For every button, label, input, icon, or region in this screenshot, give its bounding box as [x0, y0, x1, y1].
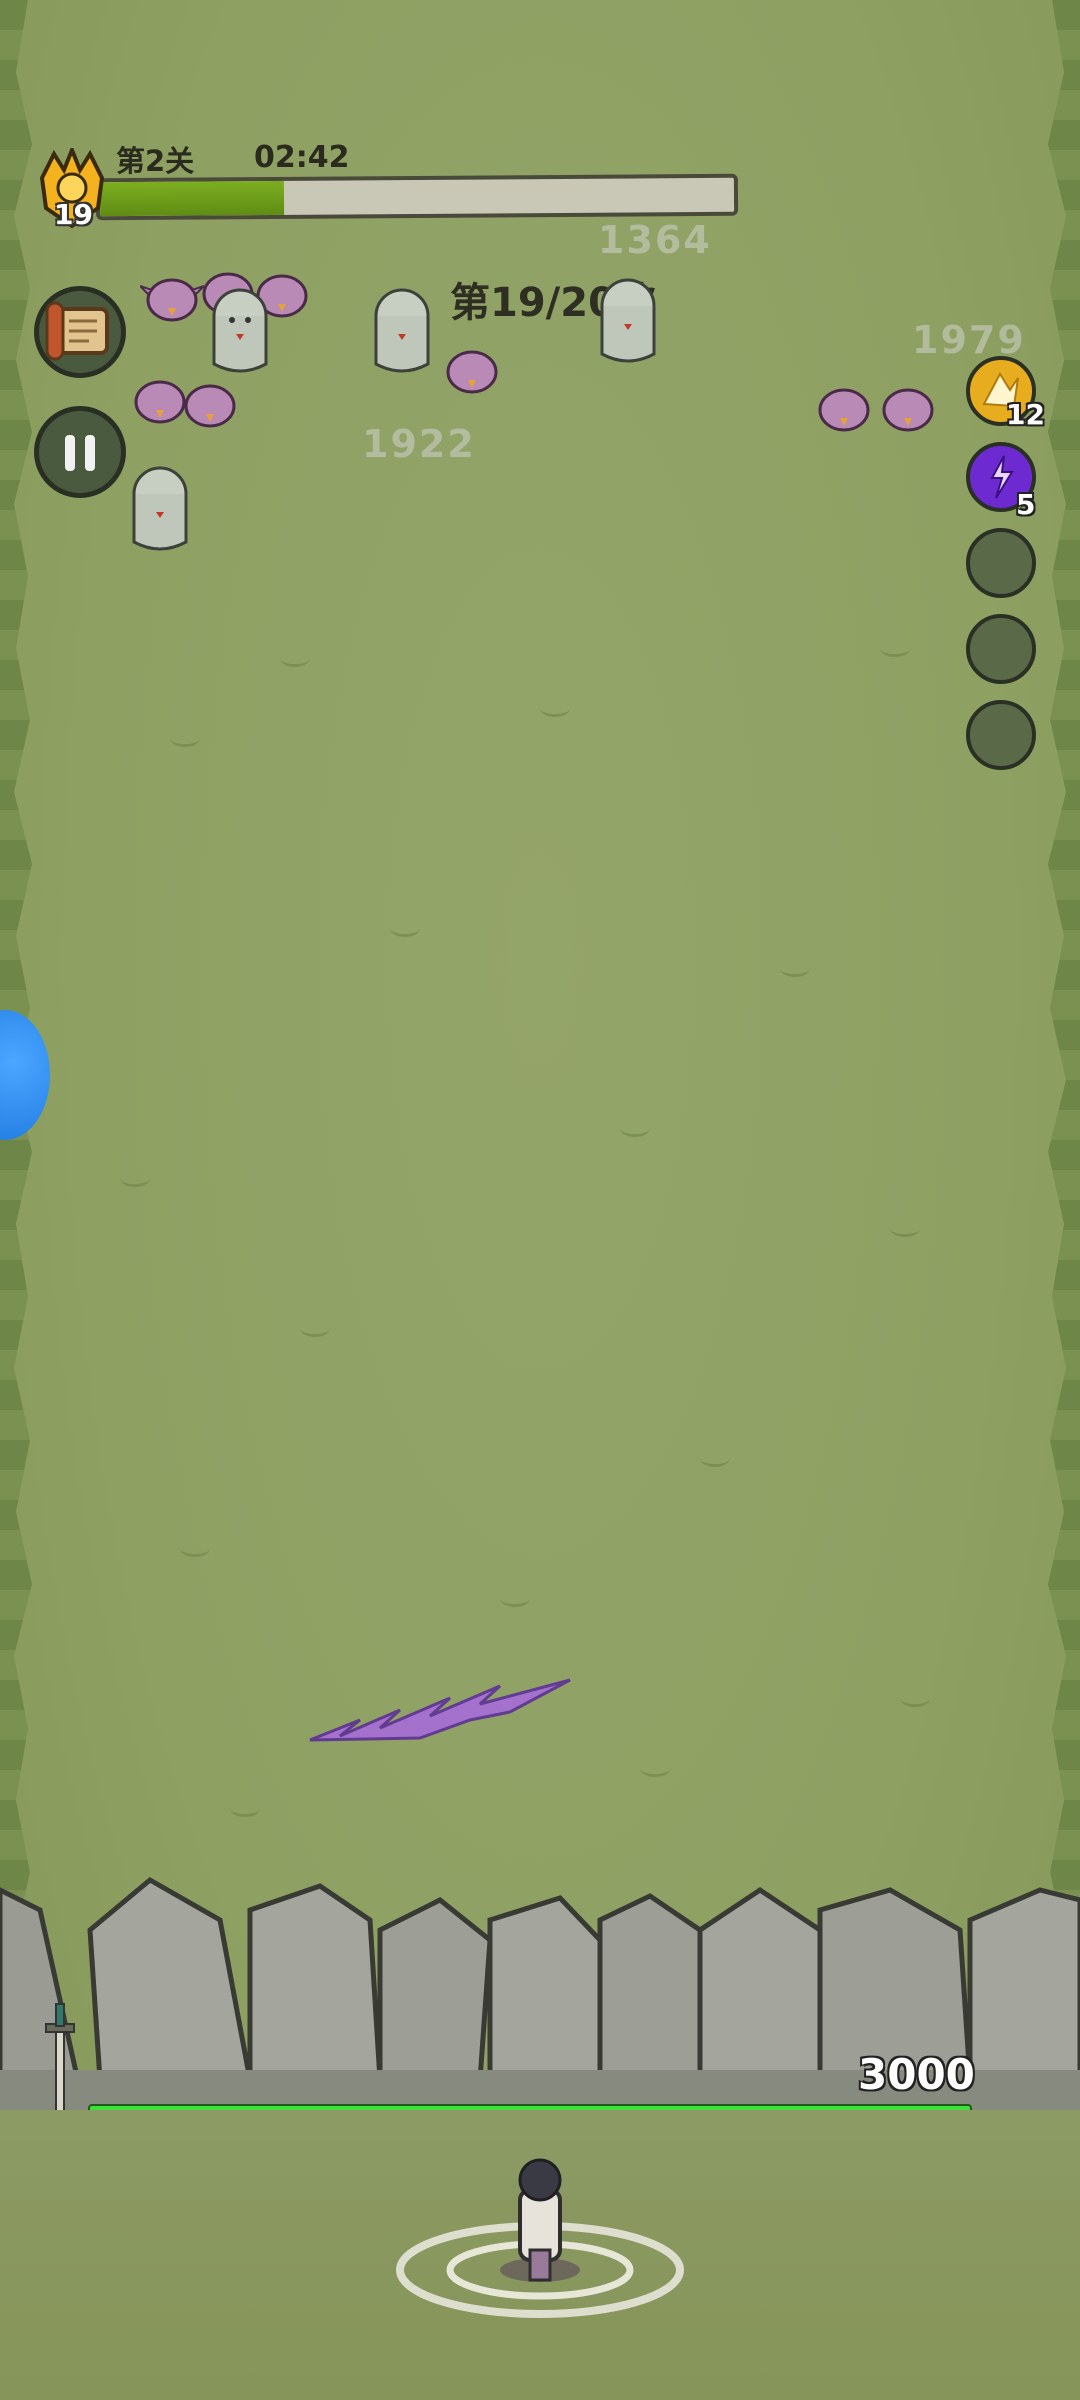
grass-tuft	[900, 1690, 930, 1707]
level-progress-fill	[99, 180, 284, 217]
purple-bird-enemy	[882, 388, 934, 432]
grass-tuft	[280, 650, 310, 667]
damage-number: 1922	[362, 422, 476, 466]
grass-tuft	[640, 1760, 670, 1777]
skill-count: 5	[1016, 488, 1036, 521]
grass-tuft	[170, 730, 200, 747]
grass-tuft	[890, 1220, 920, 1237]
purple-bird-projectile-effect	[309, 1678, 571, 1742]
skill-count: 12	[1006, 398, 1045, 431]
scroll-icon	[45, 301, 109, 361]
skill-slot-5[interactable]	[966, 700, 1036, 770]
grass-tuft	[620, 1120, 650, 1137]
grass-tuft	[120, 1170, 150, 1187]
grass-tuft	[780, 960, 810, 977]
grass-tuft	[230, 1800, 260, 1817]
grass-tuft	[390, 920, 420, 937]
grass-tuft	[700, 1450, 730, 1467]
game-stage: 19 第2关 02:42 第19/20波 1364 1979 1922 12 5	[0, 0, 1080, 2400]
grey-ghost-enemy	[212, 288, 268, 373]
stage-label: 第2关	[116, 144, 195, 178]
scroll-book-button[interactable]	[34, 286, 126, 378]
grey-ghost-enemy	[132, 466, 188, 551]
level-progress-bar	[95, 173, 739, 221]
pause-icon	[65, 435, 95, 471]
wall-hp-value: 3000	[858, 2050, 975, 2099]
grey-ghost-enemy	[374, 288, 430, 373]
purple-bird-enemy	[818, 388, 870, 432]
purple-bird-enemy	[140, 278, 204, 322]
grass-tuft	[500, 1590, 530, 1607]
hero-character	[396, 2158, 684, 2318]
player-level: 19	[54, 198, 93, 231]
pause-button[interactable]	[34, 406, 126, 498]
damage-number: 1979	[912, 318, 1026, 362]
floating-assist-bubble[interactable]	[0, 1010, 50, 1140]
grass-tuft	[880, 640, 910, 657]
sword-icon	[45, 2003, 75, 2117]
grass-tuft	[540, 700, 570, 717]
skill-slot-4[interactable]	[966, 614, 1036, 684]
grass-tuft	[300, 1320, 330, 1337]
purple-bird-enemy	[184, 384, 236, 428]
grey-ghost-enemy	[600, 278, 656, 363]
skill-slot-3[interactable]	[966, 528, 1036, 598]
purple-bird-enemy	[446, 350, 498, 394]
stage-timer: 02:42	[254, 140, 350, 175]
damage-number: 1364	[598, 218, 712, 262]
grass-tuft	[180, 1540, 210, 1557]
